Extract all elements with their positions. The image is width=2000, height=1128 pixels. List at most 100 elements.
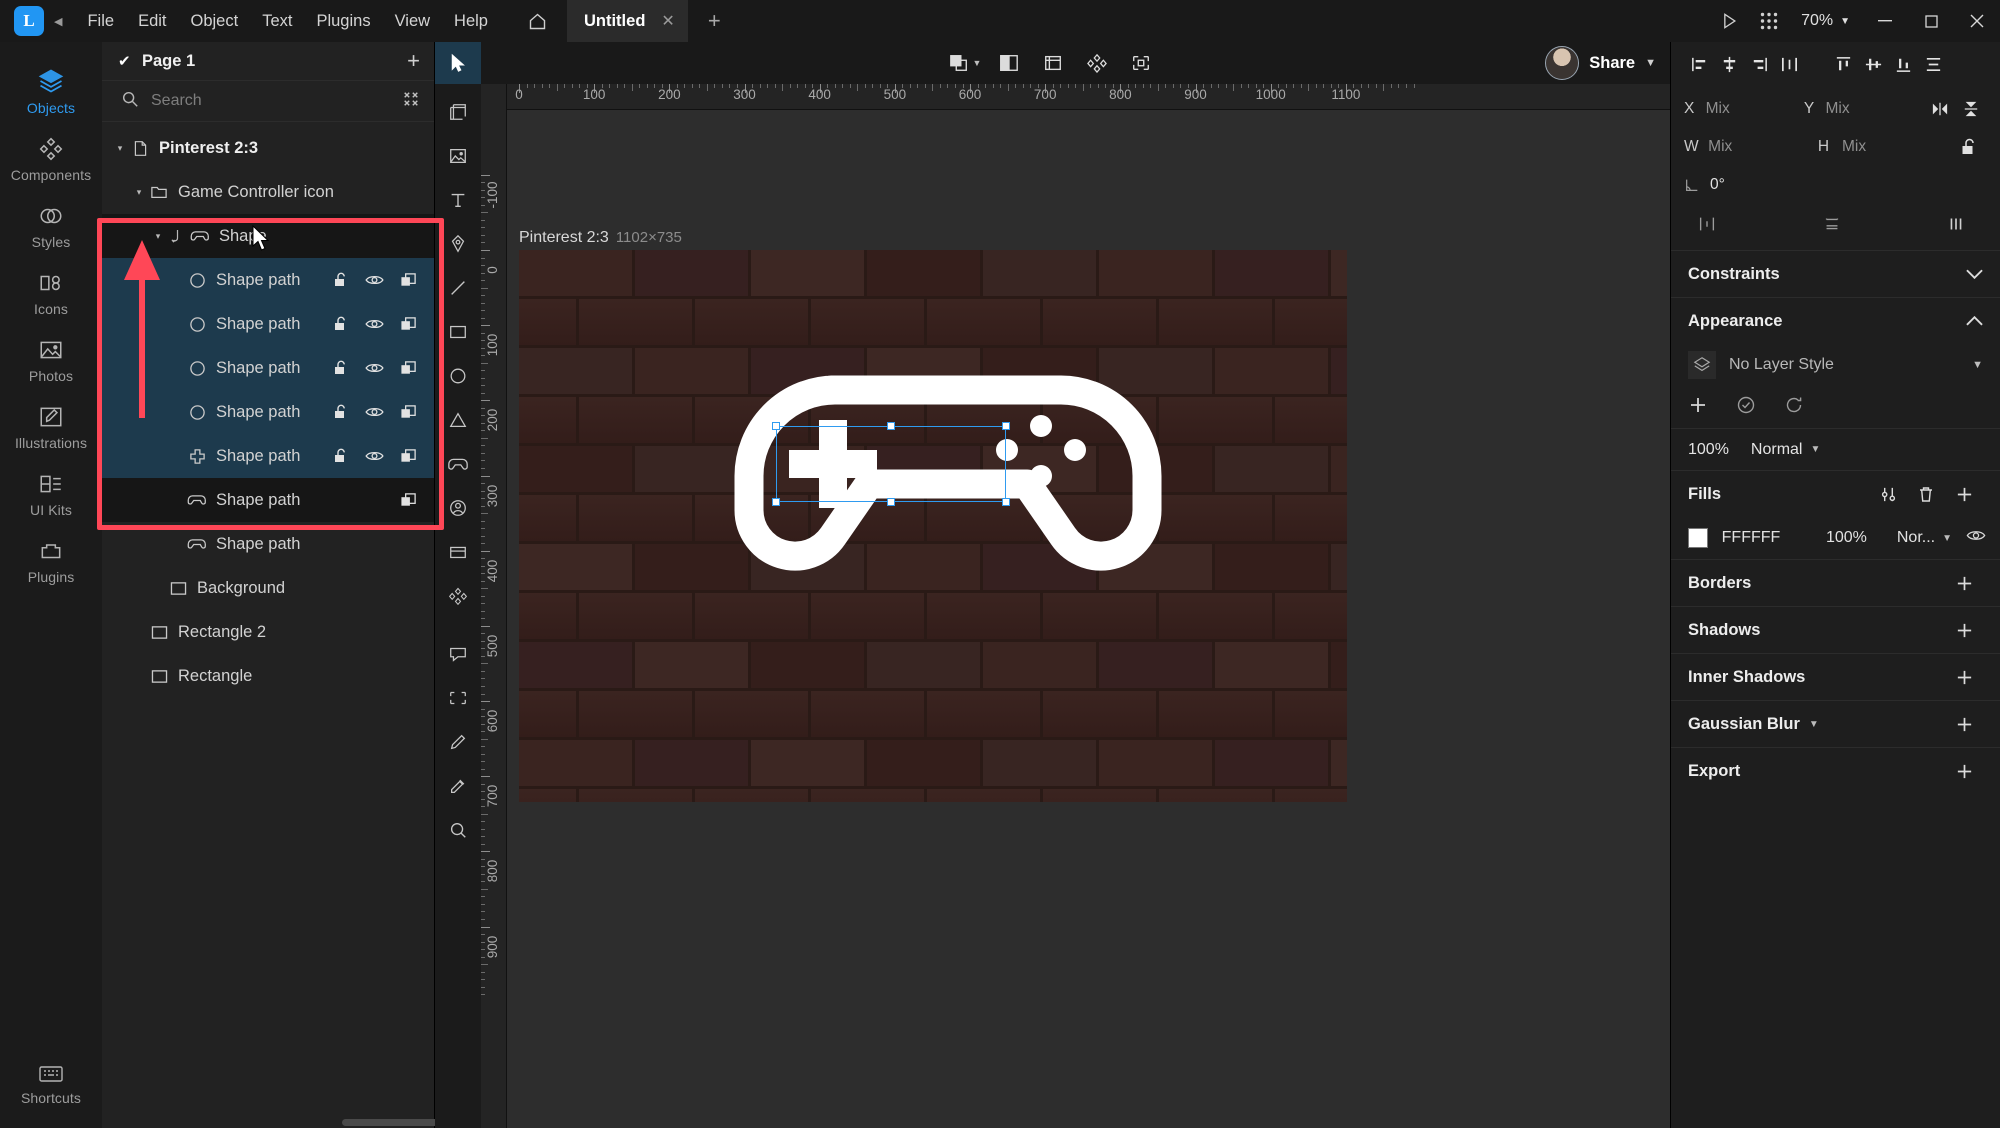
chevron-down-icon[interactable]: ▼ bbox=[1809, 719, 1945, 730]
layer-row[interactable]: Shape path bbox=[102, 522, 434, 566]
selection-bounding-box[interactable] bbox=[776, 426, 1006, 502]
selection-handle-tl[interactable] bbox=[772, 422, 780, 430]
eye-icon[interactable] bbox=[365, 405, 384, 419]
layer-row[interactable]: Shape path bbox=[102, 346, 434, 390]
component-tool-icon[interactable] bbox=[435, 574, 481, 618]
pen-tool-icon[interactable] bbox=[435, 222, 481, 266]
copy-icon[interactable] bbox=[400, 448, 417, 465]
columns-icon[interactable] bbox=[1937, 215, 1975, 233]
menu-collapse-arrow-icon[interactable]: ◀ bbox=[54, 15, 62, 28]
y-field[interactable]: Mix bbox=[1826, 100, 1924, 118]
avatar-tool-icon[interactable] bbox=[435, 486, 481, 530]
triangle-tool-icon[interactable] bbox=[435, 398, 481, 442]
lock-icon[interactable] bbox=[333, 403, 349, 421]
rail-item-components[interactable]: Components bbox=[0, 125, 102, 192]
add-inner-shadow-icon[interactable] bbox=[1945, 668, 1983, 687]
card-tool-icon[interactable] bbox=[435, 530, 481, 574]
layer-row[interactable]: Rectangle 2 bbox=[102, 610, 434, 654]
share-button[interactable]: Share bbox=[1589, 54, 1635, 73]
boolean-union-icon[interactable]: ▼ bbox=[945, 46, 985, 80]
selection-handle-br[interactable] bbox=[1002, 498, 1010, 506]
horizontal-ruler[interactable]: 0 100 200 300 400 500 600 700 800 900 1000 1100 bbox=[481, 84, 1670, 110]
artboard-tool-icon[interactable] bbox=[435, 90, 481, 134]
menu-file[interactable]: File bbox=[76, 7, 125, 36]
spacing-icon[interactable] bbox=[1688, 215, 1726, 233]
selection-handle-tc[interactable] bbox=[887, 422, 895, 430]
distribute-h-icon[interactable] bbox=[1774, 49, 1804, 79]
menu-object[interactable]: Object bbox=[180, 7, 250, 36]
gaussian-blur-header[interactable]: Gaussian Blur ▼ bbox=[1671, 701, 2000, 747]
appearance-header[interactable]: Appearance bbox=[1671, 298, 2000, 344]
layer-row[interactable]: ▾ Game Controller icon bbox=[102, 170, 434, 214]
selection-handle-bl[interactable] bbox=[772, 498, 780, 506]
avatar[interactable] bbox=[1545, 46, 1580, 80]
controller-shape-icon[interactable] bbox=[435, 442, 481, 486]
layer-twisty-icon[interactable]: ▾ bbox=[131, 187, 147, 198]
radius-icon[interactable] bbox=[1813, 215, 1851, 233]
x-field[interactable]: Mix bbox=[1706, 100, 1804, 118]
trash-icon[interactable] bbox=[1907, 485, 1945, 504]
fill-hex-field[interactable]: FFFFFF bbox=[1722, 529, 1812, 547]
chevron-down-icon[interactable] bbox=[1966, 262, 1983, 286]
h-field[interactable]: Mix bbox=[1842, 138, 1952, 156]
comment-tool-icon[interactable] bbox=[435, 632, 481, 676]
search-input[interactable] bbox=[151, 92, 390, 110]
zoom-level-selector[interactable]: 70% ▼ bbox=[1789, 12, 1862, 30]
fill-blend-select[interactable]: Nor... ▼ bbox=[1897, 529, 1952, 547]
design-canvas[interactable]: 0 100 200 300 400 500 600 700 800 900 1000 1100 -10… bbox=[481, 84, 1670, 1128]
fill-color-swatch[interactable] bbox=[1688, 528, 1708, 548]
new-tab-button[interactable]: + bbox=[698, 8, 731, 34]
close-icon[interactable]: ✕ bbox=[661, 11, 674, 31]
unlock-icon[interactable] bbox=[1952, 137, 1987, 157]
eye-icon[interactable] bbox=[365, 317, 384, 331]
rail-item-styles[interactable]: Styles bbox=[0, 192, 102, 259]
selection-handle-bc[interactable] bbox=[887, 498, 895, 506]
align-bottom-icon[interactable] bbox=[1888, 49, 1918, 79]
home-icon[interactable] bbox=[521, 4, 555, 38]
layer-row[interactable]: Shape path bbox=[102, 478, 434, 522]
layer-twisty-icon[interactable]: ▾ bbox=[112, 143, 128, 154]
layer-row[interactable]: ▾ Pinterest 2:3 bbox=[102, 126, 434, 170]
add-style-icon[interactable] bbox=[1688, 395, 1708, 420]
export-header[interactable]: Export bbox=[1671, 748, 2000, 794]
minimize-button[interactable] bbox=[1862, 0, 1908, 42]
copy-icon[interactable] bbox=[400, 404, 417, 421]
menu-view[interactable]: View bbox=[384, 7, 441, 36]
menu-help[interactable]: Help bbox=[443, 7, 499, 36]
flip-vertical-icon[interactable] bbox=[1955, 100, 1987, 118]
menu-edit[interactable]: Edit bbox=[127, 7, 177, 36]
align-left-icon[interactable] bbox=[1684, 49, 1714, 79]
mask-icon[interactable] bbox=[989, 46, 1029, 80]
add-export-icon[interactable] bbox=[1945, 762, 1983, 781]
layer-row[interactable]: Background bbox=[102, 566, 434, 610]
rail-item-icons[interactable]: Icons bbox=[0, 259, 102, 326]
menu-plugins[interactable]: Plugins bbox=[305, 7, 381, 36]
export-slice-icon[interactable] bbox=[1121, 46, 1161, 80]
rail-item-uikits[interactable]: UI Kits bbox=[0, 460, 102, 527]
align-middle-v-icon[interactable] bbox=[1858, 49, 1888, 79]
lock-icon[interactable] bbox=[333, 447, 349, 465]
add-blur-icon[interactable] bbox=[1945, 715, 1983, 734]
opacity-field[interactable]: 100% bbox=[1688, 441, 1729, 459]
apply-style-icon[interactable] bbox=[1736, 395, 1756, 420]
lock-icon[interactable] bbox=[333, 359, 349, 377]
chevron-down-icon[interactable]: ▼ bbox=[1972, 359, 1983, 371]
fill-opacity-field[interactable]: 100% bbox=[1826, 529, 1883, 547]
flip-horizontal-icon[interactable] bbox=[1924, 101, 1956, 117]
slice-tool-icon[interactable] bbox=[435, 676, 481, 720]
reset-style-icon[interactable] bbox=[1784, 395, 1804, 420]
layer-style-row[interactable]: No Layer Style ▼ bbox=[1671, 344, 2000, 386]
constraints-header[interactable]: Constraints bbox=[1671, 251, 2000, 297]
inner-shadows-header[interactable]: Inner Shadows bbox=[1671, 654, 2000, 700]
distribute-v-icon[interactable] bbox=[1918, 49, 1948, 79]
w-field[interactable]: Mix bbox=[1708, 138, 1818, 156]
copy-icon[interactable] bbox=[400, 272, 417, 289]
rail-item-photos[interactable]: Photos bbox=[0, 326, 102, 393]
game-controller-graphic[interactable] bbox=[711, 354, 1181, 654]
shadows-header[interactable]: Shadows bbox=[1671, 607, 2000, 653]
rail-item-plugins[interactable]: Plugins bbox=[0, 527, 102, 594]
rail-item-illustrations[interactable]: Illustrations bbox=[0, 393, 102, 460]
align-top-icon[interactable] bbox=[1828, 49, 1858, 79]
rotation-field[interactable]: 0° bbox=[1710, 176, 1828, 194]
artboard-label[interactable]: Pinterest 2:3 1102×735 bbox=[519, 229, 682, 247]
